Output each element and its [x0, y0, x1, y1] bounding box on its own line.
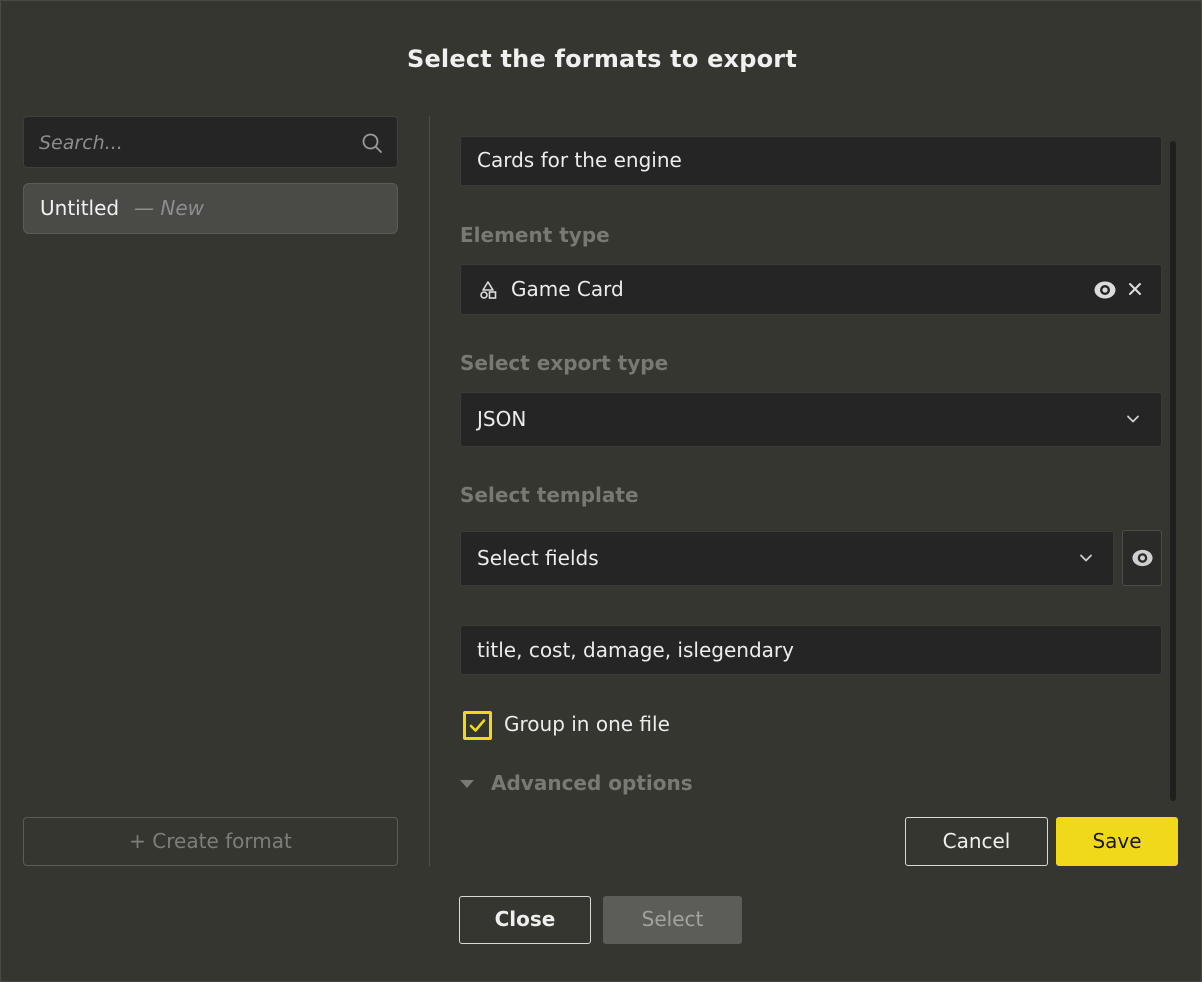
- scrollbar[interactable]: [1170, 141, 1176, 801]
- template-label: Select template: [460, 483, 639, 507]
- chevron-down-icon: [1080, 554, 1092, 562]
- select-button[interactable]: Select: [603, 896, 742, 944]
- element-type-field[interactable]: Game Card: [460, 264, 1162, 315]
- export-type-select[interactable]: JSON: [460, 392, 1162, 447]
- group-in-one-file-checkbox[interactable]: [463, 711, 492, 740]
- format-status: — New: [134, 196, 204, 220]
- caret-down-icon: [460, 780, 474, 788]
- format-name-input[interactable]: Cards for the engine: [460, 136, 1162, 186]
- shapes-icon: [480, 281, 497, 299]
- element-type-label: Element type: [460, 223, 610, 247]
- search-input[interactable]: [39, 129, 349, 157]
- fields-value: title, cost, damage, islegendary: [477, 638, 794, 662]
- search-box[interactable]: [23, 116, 398, 168]
- template-value: Select fields: [477, 546, 599, 570]
- format-name: Untitled: [40, 196, 120, 220]
- export-formats-dialog: Select the formats to export Untitled — …: [0, 0, 1202, 982]
- export-type-label: Select export type: [460, 351, 669, 375]
- fields-input[interactable]: title, cost, damage, islegendary: [460, 625, 1162, 675]
- element-type-value: Game Card: [511, 277, 624, 301]
- export-type-value: JSON: [477, 407, 527, 431]
- panel-divider: [429, 116, 430, 866]
- preview-template-button[interactable]: [1122, 530, 1162, 586]
- eye-icon: [1132, 549, 1153, 567]
- chevron-down-icon: [1127, 415, 1139, 423]
- eye-icon[interactable]: [1093, 280, 1117, 300]
- close-icon[interactable]: [1128, 282, 1142, 296]
- create-format-button[interactable]: + Create format: [23, 817, 398, 866]
- dialog-title: Select the formats to export: [406, 45, 798, 73]
- search-icon[interactable]: [361, 132, 383, 154]
- template-select[interactable]: Select fields: [460, 531, 1114, 586]
- checkmark-icon: [469, 719, 486, 732]
- group-in-one-file-label[interactable]: Group in one file: [504, 712, 670, 736]
- save-button[interactable]: Save: [1056, 817, 1178, 866]
- cancel-button[interactable]: Cancel: [905, 817, 1048, 866]
- format-list-item[interactable]: Untitled — New: [23, 183, 398, 234]
- advanced-options-label: Advanced options: [491, 771, 693, 795]
- close-button[interactable]: Close: [459, 896, 591, 944]
- format-name-value: Cards for the engine: [477, 148, 682, 172]
